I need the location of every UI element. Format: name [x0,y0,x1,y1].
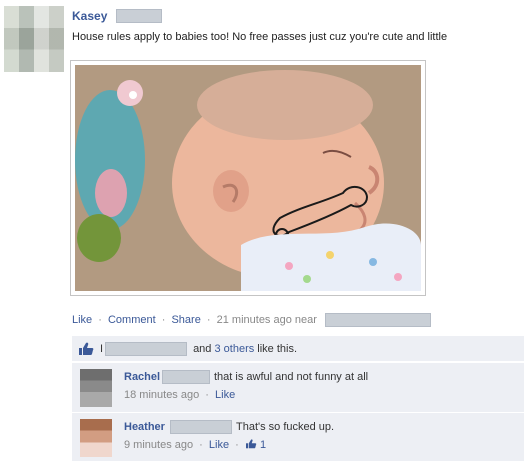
comment-meta: 9 minutes ago · Like · 1 [124,439,266,451]
thumbs-up-icon [245,439,257,449]
post-text: House rules apply to babies too! No free… [72,31,448,43]
separator-dot: · [98,314,102,326]
likes-and-text: and [193,342,212,355]
likes-suffix: like this. [257,342,298,355]
comment-like-count: 1 [259,439,267,451]
separator-dot: · [161,314,166,326]
author-name-redaction [116,9,162,23]
thumbs-up-icon [79,342,94,355]
post-avatar[interactable] [4,6,64,72]
comment-like-link[interactable]: Like [215,389,235,401]
post-author-name[interactable]: Kasey [72,9,107,23]
comment-meta: 18 minutes ago · Like [124,389,235,401]
likes-prefix: I [100,342,104,355]
comment-heather: Heather That's so fucked up. 9 minutes a… [72,412,524,461]
comment-timestamp: 18 minutes ago [124,389,200,401]
comment-author-redaction [162,370,210,384]
comment-author-redaction [170,420,232,434]
comment-author-name[interactable]: Rachel [124,371,160,383]
likes-bar: I and 3 others like this. [72,336,524,362]
comment-link[interactable]: Comment [108,314,156,326]
avatar[interactable] [80,369,112,407]
separator-dot: · [206,314,211,326]
likes-text: and 3 others like this. [193,343,297,355]
like-link[interactable]: Like [72,314,92,326]
comment-rachel: Rachel that is awful and not funny at al… [72,362,524,412]
photo-frame[interactable] [70,60,426,296]
separator-dot: · [235,439,239,451]
liker-name-redaction [105,341,188,356]
comment-like-link[interactable]: Like [209,439,229,451]
comment-text: that is awful and not funny at all [214,371,369,383]
location-redaction [325,313,431,327]
post-timestamp: 21 minutes ago near [216,314,317,326]
post-photo [75,65,421,291]
comment-author-name[interactable]: Heather [124,421,165,433]
comment-timestamp: 9 minutes ago [124,439,194,451]
comment-text: That's so fucked up. [236,421,335,433]
others-link[interactable]: 3 others [214,343,254,355]
separator-dot: · [199,439,203,451]
avatar[interactable] [80,419,112,457]
separator-dot: · [205,389,209,401]
share-link[interactable]: Share [171,314,200,326]
post-actions: Like · Comment · Share · 21 minutes ago … [72,314,317,326]
